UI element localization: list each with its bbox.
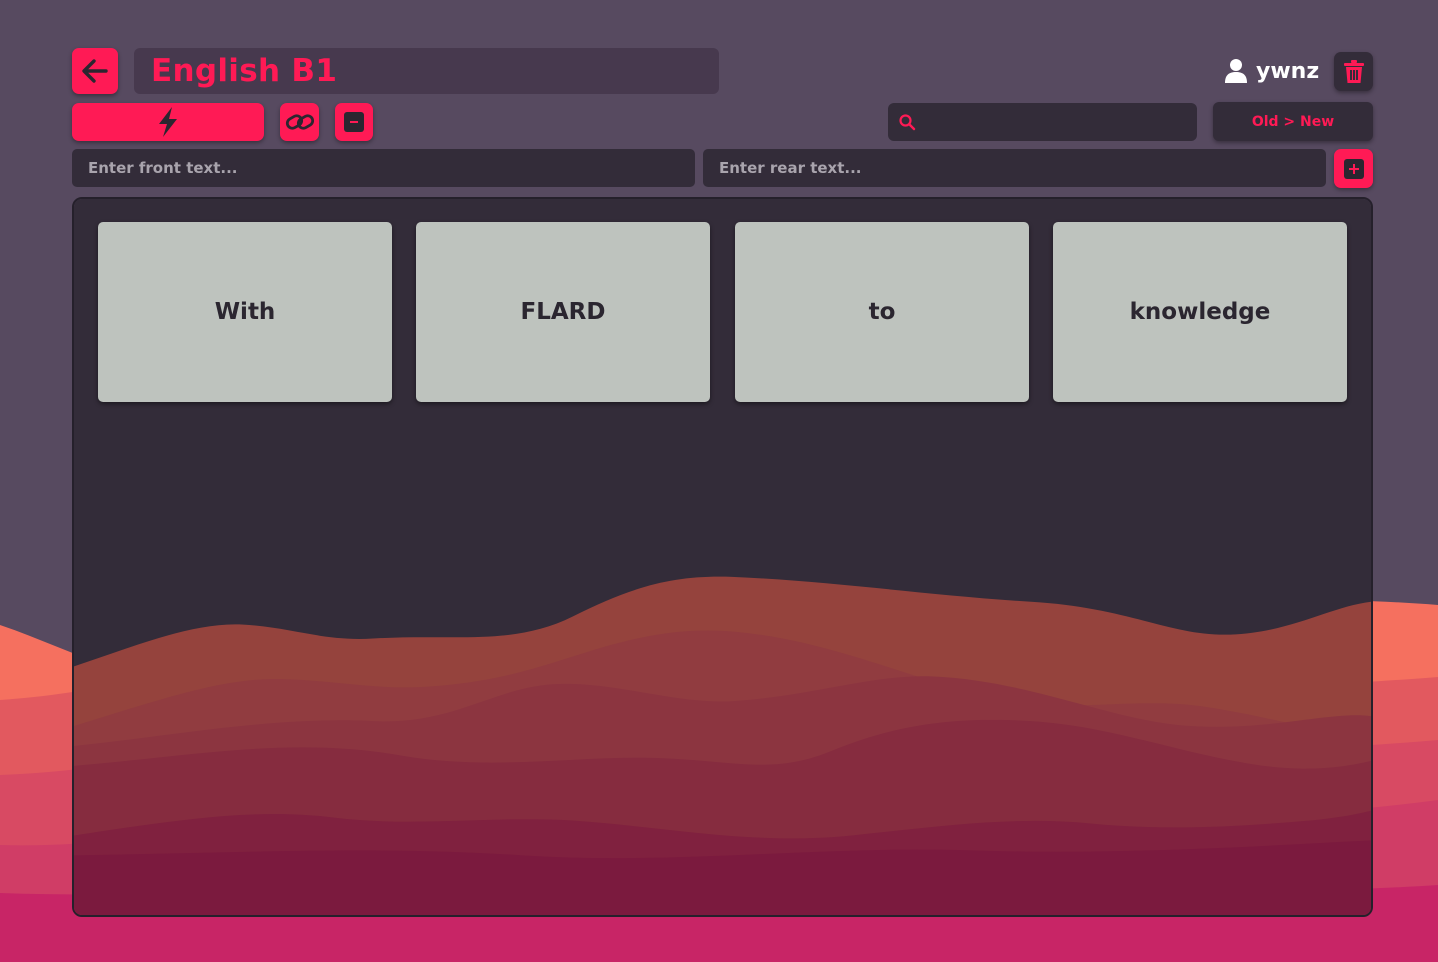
front-text-input[interactable] [72,149,695,187]
flashcard-front-text: FLARD [520,299,606,325]
flashcard[interactable]: FLARD [416,222,710,402]
trash-icon [1343,59,1364,83]
deck-title: English B1 [151,53,338,89]
rear-text-input[interactable] [703,149,1326,187]
delete-deck-button[interactable] [1334,52,1373,91]
search-box[interactable] [888,103,1197,141]
cards-panel: With FLARD to knowledge [72,197,1373,917]
username: ywnz [1256,58,1320,84]
flashcard[interactable]: knowledge [1053,222,1347,402]
share-link-button[interactable] [280,103,319,141]
flashcard-front-text: knowledge [1129,299,1271,325]
add-card-button[interactable] [1334,149,1373,188]
study-button[interactable] [72,103,264,141]
search-input[interactable] [922,103,1186,141]
flashcard[interactable]: to [735,222,1029,402]
lightning-icon [159,107,177,137]
link-icon [285,114,314,130]
sort-order-label: Old > New [1251,113,1335,130]
deck-title-box[interactable]: English B1 [134,48,719,94]
plus-square-icon [1343,158,1364,179]
user-icon [1225,59,1247,83]
minus-square-icon [344,112,364,132]
sort-order-button[interactable]: Old > New [1213,102,1373,141]
flashcard-front-text: to [868,299,896,325]
user-badge[interactable]: ywnz [1224,55,1319,87]
flashcard[interactable]: With [98,222,392,402]
flashcard-front-text: With [214,299,276,325]
collapse-button[interactable] [335,103,373,141]
search-icon [899,114,916,131]
back-button[interactable] [72,48,118,94]
app-root: English B1 ywnz Old > New Enter front te… [0,0,1438,962]
arrow-left-icon [82,59,108,83]
